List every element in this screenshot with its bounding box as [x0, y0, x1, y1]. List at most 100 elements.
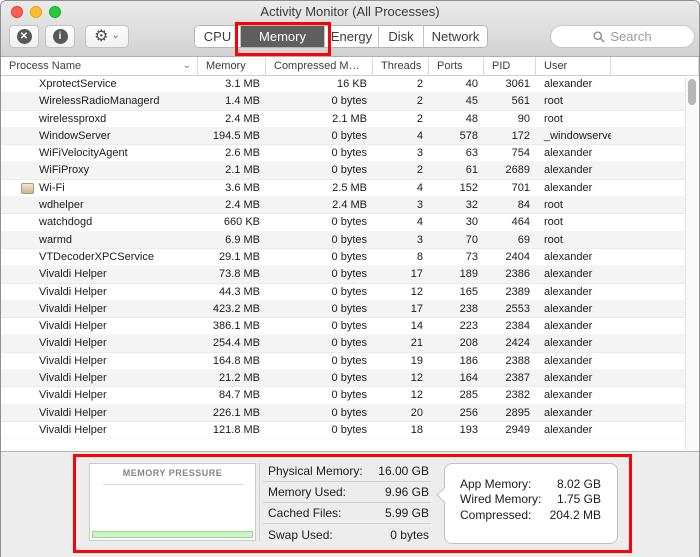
column-header-user[interactable]: User — [536, 57, 611, 75]
table-row[interactable]: Vivaldi Helper 386.1 MB 0 bytes 14 223 2384 al… — [1, 318, 687, 335]
cell-threads: 4 — [373, 214, 429, 231]
table-row[interactable]: Vivaldi Helper 21.2 MB 0 bytes 12 164 2387 ale… — [1, 370, 687, 388]
cell-text: alexander — [544, 337, 593, 350]
column-header-process-name[interactable]: Process Name ⌄ — [1, 57, 198, 75]
cell-text: root — [544, 199, 563, 212]
cell-user: alexander — [536, 76, 611, 93]
search-field[interactable]: Search — [550, 25, 695, 48]
cell-ports: 70 — [429, 232, 484, 249]
cell-text: 2384 — [505, 320, 530, 333]
table-row[interactable]: XprotectService 3.1 MB 16 KB 2 40 3061 alexand… — [1, 76, 687, 93]
cell-pid: 464 — [484, 214, 536, 231]
table-row[interactable]: Vivaldi Helper 226.1 MB 0 bytes 20 256 2895 al… — [1, 404, 687, 422]
cell-text: 2404 — [505, 250, 530, 263]
stat-value: 8.02 GB — [556, 476, 601, 491]
cell-threads: 2 — [373, 162, 429, 179]
cell-text: 193 — [459, 423, 478, 436]
cell-text: wirelessproxd — [39, 112, 107, 125]
column-header-ports[interactable]: Ports — [429, 57, 484, 75]
cell-text: 0 bytes — [331, 164, 367, 177]
cell-text: 254.4 MB — [212, 337, 260, 350]
wifi-app-icon — [21, 182, 34, 194]
cell-user: root — [536, 93, 611, 110]
cell-name: WiFiVelocityAgent — [1, 145, 198, 162]
table-row[interactable]: Wi-Fi 3.6 MB 2.5 MB 4 152 701 alexander — [1, 180, 687, 197]
memory-used-breakdown-bubble: App Memory: 8.02 GB Wired Memory: 1.75 GB Co… — [436, 463, 618, 544]
column-header-memory[interactable]: Memory — [198, 57, 266, 75]
cell-text: Vivaldi Helper — [39, 285, 107, 298]
table-row[interactable]: watchdogd 660 KB 0 bytes 4 30 464 root — [1, 214, 687, 231]
scrollbar-track[interactable] — [685, 77, 698, 450]
cell-text: WiFiVelocityAgent — [39, 147, 128, 160]
table-row[interactable]: Vivaldi Helper 423.2 MB 0 bytes 17 238 2553 al… — [1, 300, 687, 319]
cell-pid: 2949 — [484, 422, 536, 439]
stat-row-app-memory: App Memory: 8.02 GB — [460, 476, 601, 492]
table-row[interactable]: WindowServer 194.5 MB 0 bytes 4 578 172 _windo… — [1, 127, 687, 146]
cell-name: wirelessproxd — [1, 111, 198, 128]
tab-network[interactable]: Network — [423, 26, 487, 47]
cell-text: 0 bytes — [331, 129, 367, 142]
quit-process-icon: ✕ — [16, 29, 32, 44]
cell-text: 1.4 MB — [225, 95, 260, 108]
cell-memory: 121.8 MB — [198, 422, 266, 439]
inspect-process-button[interactable]: i — [45, 25, 75, 48]
cell-memory: 194.5 MB — [198, 128, 266, 145]
scrollbar-thumb[interactable] — [688, 79, 696, 105]
table-row[interactable]: wirelessproxd 2.4 MB 2.1 MB 2 48 90 root — [1, 111, 687, 128]
cell-text: 164.8 MB — [212, 354, 260, 367]
column-header-pid[interactable]: PID — [484, 57, 536, 75]
memory-pressure-bar — [92, 531, 253, 538]
cell-text: 63 — [465, 147, 478, 160]
cell-compressed: 0 bytes — [266, 214, 373, 231]
cell-name: Vivaldi Helper — [1, 318, 198, 335]
table-row[interactable]: VTDecoderXPCService 29.1 MB 0 bytes 8 73 2404… — [1, 249, 687, 266]
column-header-compressed-m[interactable]: Compressed M… — [266, 57, 373, 75]
stat-value: 204.2 MB — [549, 507, 601, 522]
cell-text: XprotectService — [39, 78, 117, 90]
table-row[interactable]: Vivaldi Helper 73.8 MB 0 bytes 17 189 2386 ale… — [1, 266, 687, 284]
tab-disk[interactable]: Disk — [378, 26, 423, 47]
tab-energy[interactable]: Energy — [324, 26, 378, 47]
quit-process-button[interactable]: ✕ — [9, 25, 39, 48]
cell-memory: 254.4 MB — [198, 335, 266, 352]
table-row[interactable]: Vivaldi Helper 84.7 MB 0 bytes 12 285 2382 ale… — [1, 387, 687, 404]
table-row[interactable]: warmd 6.9 MB 0 bytes 3 70 69 root — [1, 231, 687, 249]
cell-text: 16 KB — [337, 78, 367, 90]
cell-compressed: 0 bytes — [266, 370, 373, 387]
cell-memory: 2.4 MB — [198, 197, 266, 214]
cell-compressed: 0 bytes — [266, 162, 373, 179]
cell-threads: 21 — [373, 335, 429, 352]
cell-filler — [611, 180, 687, 197]
cell-compressed: 0 bytes — [266, 266, 373, 283]
activity-monitor-window: Activity Monitor (All Processes) ✕ i ⚙ ⌄… — [0, 0, 700, 557]
cell-user: alexander — [536, 318, 611, 335]
table-row[interactable]: WirelessRadioManagerd 1.4 MB 0 bytes 2 45 561… — [1, 93, 687, 111]
table-row[interactable]: Vivaldi Helper 254.4 MB 0 bytes 21 208 2424 al… — [1, 335, 687, 353]
table-row[interactable]: Vivaldi Helper 121.8 MB 0 bytes 18 193 2949 al… — [1, 422, 687, 439]
table-row[interactable]: Vivaldi Helper 44.3 MB 0 bytes 12 165 2389 ale… — [1, 284, 687, 301]
cell-text: root — [544, 233, 563, 246]
tab-cpu[interactable]: CPU — [195, 26, 240, 47]
cell-text: Vivaldi Helper — [39, 406, 107, 419]
cell-text: 2895 — [505, 406, 530, 419]
cell-text: 0 bytes — [331, 250, 367, 263]
table-row[interactable]: WiFiVelocityAgent 2.6 MB 0 bytes 3 63 754 alex… — [1, 145, 687, 162]
cell-text: 194.5 MB — [212, 129, 260, 142]
cell-threads: 3 — [373, 145, 429, 162]
table-row[interactable]: wdhelper 2.4 MB 2.4 MB 3 32 84 root — [1, 197, 687, 215]
column-header-threads[interactable]: Threads — [373, 57, 429, 75]
cell-text: Wi-Fi — [39, 181, 65, 194]
column-header-label: PID — [492, 60, 511, 72]
cell-ports: 223 — [429, 318, 484, 335]
settings-menu-button[interactable]: ⚙ ⌄ — [85, 25, 129, 48]
stat-row-swap-used: Swap Used: 0 bytes — [263, 524, 431, 545]
cell-text: 17 — [410, 302, 423, 315]
cell-text: 0 bytes — [331, 354, 367, 367]
footer-divider — [259, 463, 260, 541]
table-row[interactable]: Vivaldi Helper 164.8 MB 0 bytes 19 186 2388 al… — [1, 353, 687, 370]
stat-label: Cached Files: — [268, 506, 342, 520]
cell-text: 73.8 MB — [219, 268, 260, 281]
cell-text: 29.1 MB — [219, 250, 260, 263]
table-row[interactable]: WiFiProxy 2.1 MB 0 bytes 2 61 2689 alexander — [1, 162, 687, 180]
tab-memory[interactable]: Memory — [240, 26, 324, 47]
